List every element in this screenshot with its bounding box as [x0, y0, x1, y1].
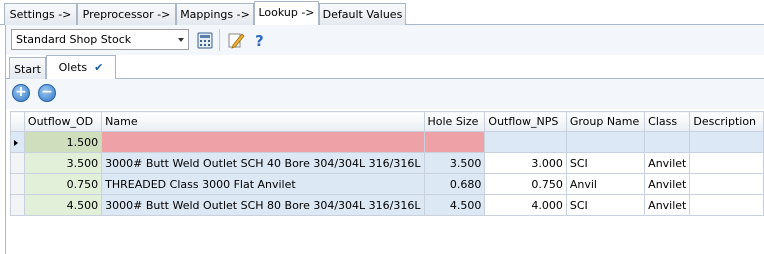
- cell-description[interactable]: [689, 173, 764, 195]
- row-indicator[interactable]: [10, 194, 25, 216]
- checkmark-icon: ✔: [94, 61, 104, 74]
- cell-hole-size[interactable]: 4.500: [423, 194, 486, 216]
- tab-label: Olets: [58, 61, 88, 74]
- toolbar-separator: [219, 29, 220, 51]
- cell-name[interactable]: [101, 131, 425, 153]
- cell-name[interactable]: 3000# Butt Weld Outlet SCH 80 Bore 304/3…: [101, 194, 425, 216]
- tab-label: Mappings ->: [180, 8, 250, 21]
- cell-hole-size[interactable]: 3.500: [423, 152, 486, 174]
- tab-olets[interactable]: Olets ✔: [46, 55, 116, 80]
- top-tab-bar: Settings -> Preprocessor -> Mappings -> …: [0, 0, 764, 26]
- column-header-hole-size[interactable]: Hole Size: [423, 111, 486, 132]
- cell-description[interactable]: [689, 152, 764, 174]
- cell-outflow-nps[interactable]: 4.000: [484, 194, 567, 216]
- edit-button[interactable]: [224, 29, 246, 51]
- remove-row-button[interactable]: −: [38, 84, 56, 102]
- minus-icon: −: [41, 84, 53, 100]
- column-header-name[interactable]: Name: [101, 111, 425, 132]
- tab-settings[interactable]: Settings ->: [4, 3, 77, 25]
- tab-mappings[interactable]: Mappings ->: [176, 3, 254, 25]
- tab-label: Default Values: [322, 8, 403, 21]
- tab-default-values[interactable]: Default Values: [319, 3, 406, 25]
- column-header-description[interactable]: Description: [689, 111, 764, 132]
- edit-pencil-icon: [228, 33, 245, 49]
- row-indicator[interactable]: [10, 131, 25, 153]
- cell-group-name[interactable]: [565, 131, 646, 153]
- table-row[interactable]: 0.750 THREADED Class 3000 Flat Anvilet 0…: [10, 173, 764, 195]
- cell-outflow-nps[interactable]: 3.000: [484, 152, 567, 174]
- help-button[interactable]: ?: [249, 29, 271, 51]
- cell-class[interactable]: [644, 131, 691, 153]
- row-indicator-header: [10, 111, 25, 132]
- calculator-icon: [197, 32, 213, 49]
- column-header-outflow-od[interactable]: Outflow_OD: [23, 111, 103, 132]
- tab-label: Start: [14, 63, 41, 76]
- sub-tab-bar: Start Olets ✔: [5, 55, 764, 80]
- lookup-table-select[interactable]: Standard Shop Stock: [11, 29, 189, 50]
- lookup-toolbar: Standard Shop Stock ?: [5, 25, 764, 55]
- tab-label: Lookup ->: [258, 6, 315, 19]
- cell-group-name[interactable]: SCI: [565, 194, 646, 216]
- table-row[interactable]: 3.500 3000# Butt Weld Outlet SCH 40 Bore…: [10, 152, 764, 174]
- table-row[interactable]: 1.500: [10, 131, 764, 153]
- cell-description[interactable]: [689, 194, 764, 216]
- chevron-down-icon[interactable]: [178, 38, 184, 42]
- column-header-class[interactable]: Class: [644, 111, 691, 132]
- cell-class[interactable]: Anvilet: [644, 152, 691, 174]
- column-header-group-name[interactable]: Group Name: [565, 111, 646, 132]
- tab-preprocessor[interactable]: Preprocessor ->: [77, 3, 176, 25]
- cell-group-name[interactable]: SCI: [565, 152, 646, 174]
- calculator-button[interactable]: [194, 29, 216, 51]
- plus-icon: +: [15, 84, 27, 100]
- header-row: Outflow_OD Name Hole Size Outflow_NPS Gr…: [10, 111, 764, 132]
- cell-hole-size[interactable]: [423, 131, 486, 153]
- cell-outflow-od[interactable]: 1.500: [23, 131, 103, 153]
- row-indicator[interactable]: [10, 152, 25, 174]
- grid-toolbar: + −: [5, 79, 764, 109]
- current-row-arrow-icon: [14, 139, 18, 146]
- table-row[interactable]: 4.500 3000# Butt Weld Outlet SCH 80 Bore…: [10, 194, 764, 216]
- tab-label: Settings ->: [9, 8, 72, 21]
- cell-outflow-nps[interactable]: [484, 131, 567, 153]
- lookup-table-value: Standard Shop Stock: [16, 33, 132, 46]
- tab-lookup[interactable]: Lookup ->: [254, 1, 319, 26]
- cell-class[interactable]: Anvilet: [644, 173, 691, 195]
- row-indicator[interactable]: [10, 173, 25, 195]
- olets-grid: Outflow_OD Name Hole Size Outflow_NPS Gr…: [5, 109, 764, 254]
- column-header-outflow-nps[interactable]: Outflow_NPS: [484, 111, 567, 132]
- cell-group-name[interactable]: Anvil: [565, 173, 646, 195]
- cell-description[interactable]: [689, 131, 764, 153]
- cell-name[interactable]: 3000# Butt Weld Outlet SCH 40 Bore 304/3…: [101, 152, 425, 174]
- svg-text:?: ?: [255, 32, 264, 50]
- cell-outflow-od[interactable]: 4.500: [23, 194, 103, 216]
- cell-outflow-od[interactable]: 0.750: [23, 173, 103, 195]
- data-table: Outflow_OD Name Hole Size Outflow_NPS Gr…: [10, 111, 764, 216]
- tab-label: Preprocessor ->: [82, 8, 171, 21]
- help-icon: ?: [255, 32, 264, 50]
- cell-outflow-od[interactable]: 3.500: [23, 152, 103, 174]
- cell-class[interactable]: Anvilet: [644, 194, 691, 216]
- cell-name[interactable]: THREADED Class 3000 Flat Anvilet: [101, 173, 425, 195]
- cell-hole-size[interactable]: 0.680: [423, 173, 486, 195]
- cell-outflow-nps[interactable]: 0.750: [484, 173, 567, 195]
- add-row-button[interactable]: +: [12, 84, 30, 102]
- tab-start[interactable]: Start: [9, 57, 46, 79]
